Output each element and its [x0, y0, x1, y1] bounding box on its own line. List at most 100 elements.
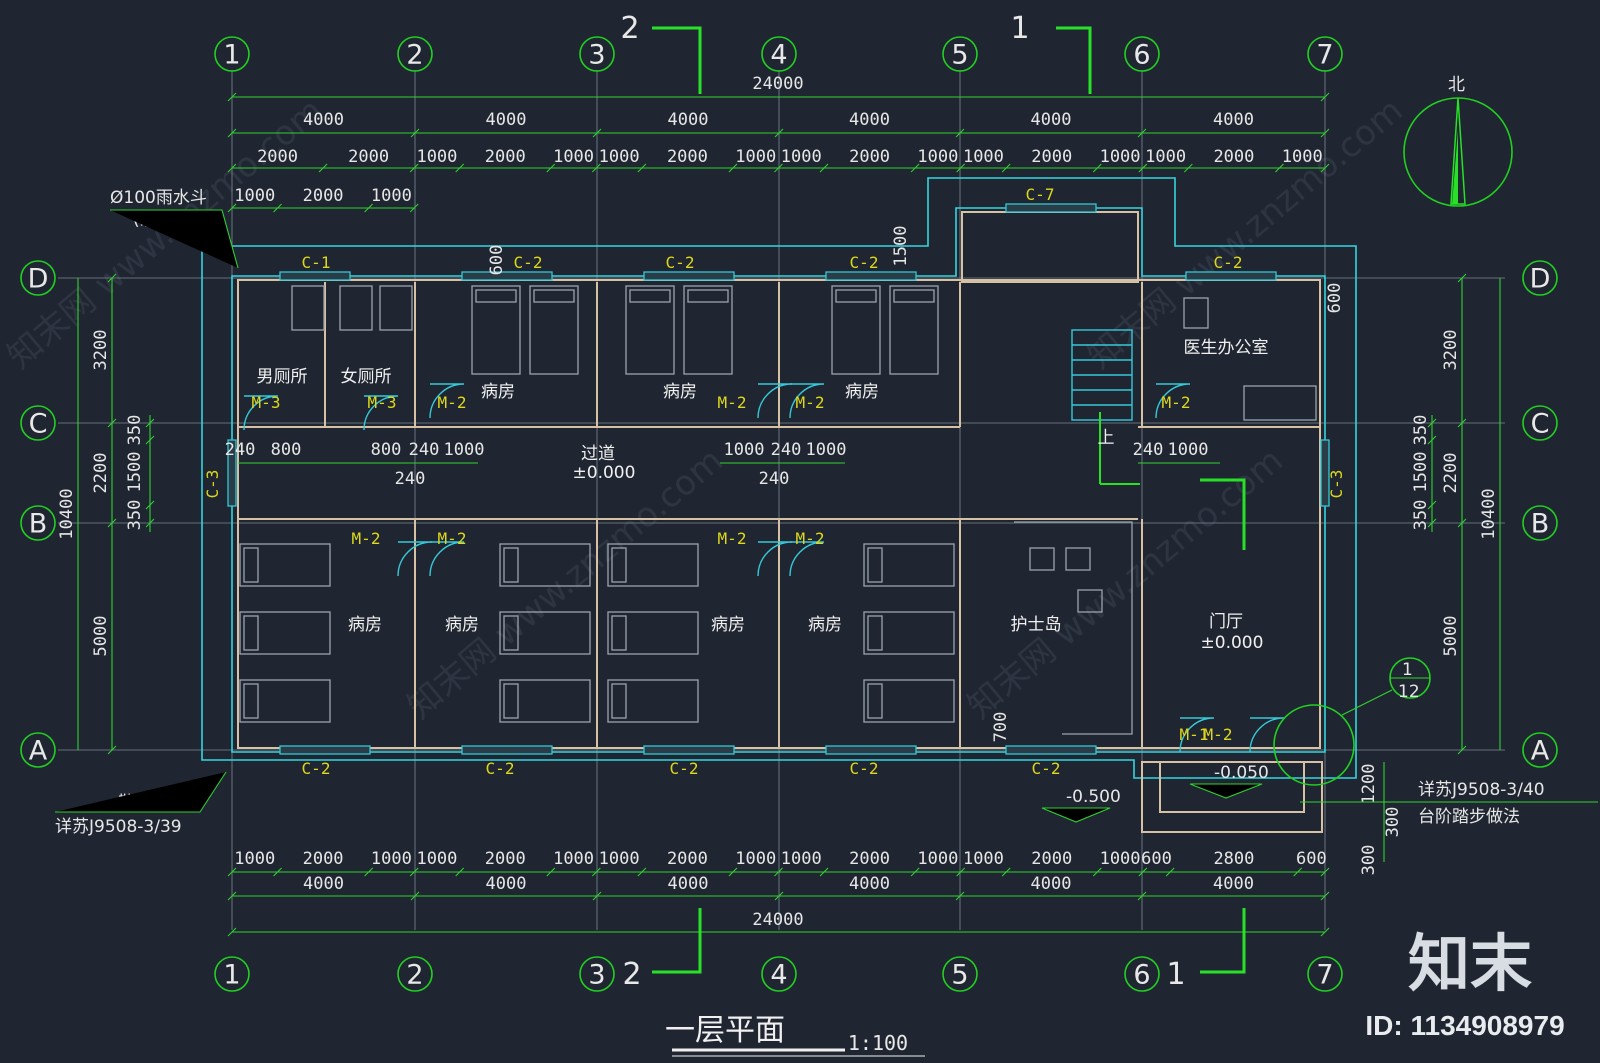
pillow [503, 547, 519, 583]
bed [471, 285, 521, 375]
north-arrow: 北 [1403, 75, 1513, 207]
watermark: 知末网 www.znzmo.com [400, 440, 731, 726]
window-label: C-2 [670, 759, 699, 778]
room-ward: 病房 [445, 615, 479, 635]
bed [239, 679, 331, 723]
window-label: C-2 [1032, 759, 1061, 778]
corridor-level: ±0.000 [573, 463, 636, 483]
dimension-value: 24000 [752, 74, 803, 94]
window [461, 271, 553, 281]
dimension-value: 600 [1141, 849, 1172, 869]
door-label: M-3 [368, 393, 397, 412]
dimension-value: 4000 [668, 874, 709, 894]
bed [239, 543, 331, 587]
window-label: C-2 [302, 759, 331, 778]
axis-label: B [1531, 509, 1550, 540]
door-label: M-2 [1162, 393, 1191, 412]
north-label: 北 [1448, 75, 1465, 95]
dimension-value: 4000 [849, 874, 890, 894]
axis-label: C [1531, 409, 1550, 440]
chair [1065, 547, 1091, 571]
window-label: C-2 [850, 253, 879, 272]
floor-plan-drawing: 知末网 www.znzmo.com 知末网 www.znzmo.com 知末网 … [0, 0, 1600, 1063]
dimension-value: 1000 [371, 849, 412, 869]
dimension-value: 2200 [1441, 453, 1461, 494]
dimension-value: 2000 [1213, 147, 1254, 167]
plan-canvas: 知末网 www.znzmo.com 知末网 www.znzmo.com 知末网 … [0, 11, 1598, 1057]
bed [683, 285, 733, 375]
dimension-value: 4000 [1031, 874, 1072, 894]
axis-label: 1 [223, 40, 240, 71]
dimension-value: 1000 [963, 849, 1004, 869]
dimension-value: 5000 [91, 616, 111, 657]
dimension-value: 1000 [599, 147, 640, 167]
bed [863, 543, 955, 587]
dimension-value: 2800 [1213, 849, 1254, 869]
dimension-value: 1500 [1411, 452, 1431, 493]
dimension-value: 1000 [917, 147, 958, 167]
door-swing [757, 541, 793, 577]
toilet-stall [339, 285, 373, 331]
axis-label: 2 [406, 40, 423, 71]
door-label: M-2 [438, 393, 467, 412]
dimension-value: 1000 [553, 147, 594, 167]
axis-label: 4 [770, 960, 787, 991]
pillow [243, 547, 259, 583]
pillow [533, 289, 575, 303]
section-mark-2: 2 [620, 11, 639, 46]
dimension-value: 1000 [917, 849, 958, 869]
dimension-value: 1000 [1145, 147, 1186, 167]
window [1005, 203, 1097, 213]
dimension-value: 350 [1411, 500, 1431, 531]
dimension-value: 350 [125, 415, 145, 446]
bed [863, 611, 955, 655]
axis-label: A [1531, 736, 1550, 767]
rain-scupper-note: Ø100雨水斗 [110, 188, 207, 208]
dimension-value: 4000 [849, 110, 890, 130]
dimension-value: 2000 [1031, 849, 1072, 869]
dimension-value: 2000 [849, 849, 890, 869]
window-label: C-2 [850, 759, 879, 778]
room-doctor-office: 医生办公室 [1184, 338, 1269, 358]
chair [1029, 547, 1055, 571]
dimension-value: 2000 [1031, 147, 1072, 167]
dimension-value: 1000 [234, 186, 275, 206]
dimension-value: 2000 [303, 186, 344, 206]
dimension-value: 1000 [1100, 147, 1141, 167]
site-logo: 知末 [1408, 927, 1532, 1000]
dimension-value: 240 [225, 440, 256, 460]
dimension-value: 2000 [849, 147, 890, 167]
axis-label: 7 [1316, 960, 1333, 991]
dimension-value: 300 [1359, 845, 1379, 876]
apron-ref: 详苏J9508-3/39 [55, 817, 182, 837]
axis-label: 2 [406, 960, 423, 991]
door-label: M-2 [796, 393, 825, 412]
dimension-value: 4000 [1213, 874, 1254, 894]
site-id: ID: 1134908979 [1365, 1010, 1564, 1041]
stair-up-label: 上 [1098, 428, 1115, 448]
axis-label: 6 [1133, 40, 1150, 71]
window-label: C-2 [514, 253, 543, 272]
step-ref: 详苏J9508-3/40 [1418, 780, 1545, 800]
dimension-value: 1000 [444, 440, 485, 460]
pillow [475, 289, 517, 303]
dimension-value: 1000 [806, 440, 847, 460]
axis-label: 1 [223, 960, 240, 991]
section-mark-1: 1 [1166, 957, 1185, 992]
door-label: M-3 [252, 393, 281, 412]
door-swing [757, 383, 793, 419]
dimension-value: 5000 [1441, 616, 1461, 657]
detail-number: 1 [1402, 660, 1413, 680]
toilet-stall [291, 285, 325, 331]
pillow [867, 615, 883, 651]
axis-label: 3 [588, 40, 605, 71]
room-mens-toilet: 男厕所 [257, 367, 308, 387]
bed [625, 285, 675, 375]
dimension-value: 1000 [371, 186, 412, 206]
dimension-value: 2200 [91, 453, 111, 494]
pillow [835, 289, 877, 303]
axis-label: D [28, 264, 49, 295]
window-label: C-3 [203, 470, 222, 499]
window-label: C-2 [486, 759, 515, 778]
dimension-value: 4000 [1213, 110, 1254, 130]
